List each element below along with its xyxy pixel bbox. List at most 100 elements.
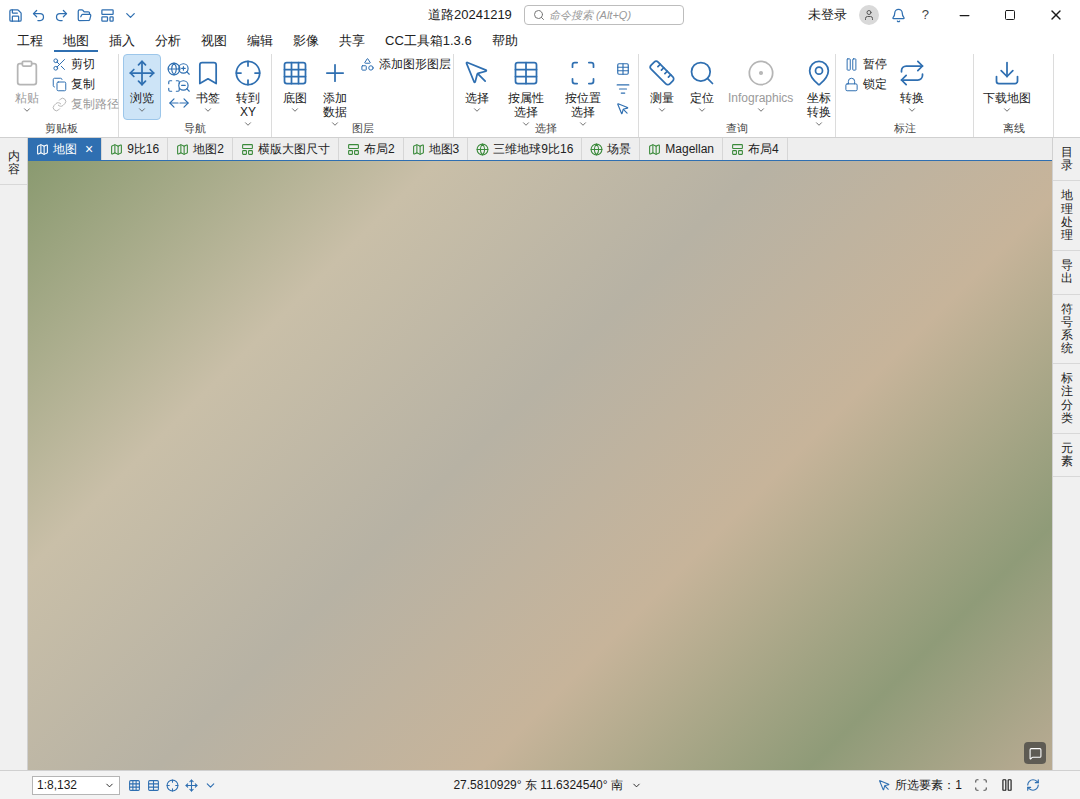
command-search[interactable]: 命令搜索 (Alt+Q) (524, 5, 684, 25)
ribbon-small-tool[interactable]: 复制 (48, 74, 123, 94)
tool-icon (747, 59, 775, 87)
status-tool-icon[interactable] (147, 779, 160, 792)
view-tab-icon (412, 143, 425, 156)
select-tool-icon[interactable] (616, 82, 630, 96)
ribbon-tab[interactable]: 工程 (8, 32, 52, 52)
ribbon-large-tool[interactable]: 转到 XY (229, 54, 267, 134)
status-tool-icon[interactable] (166, 779, 179, 792)
maximize-icon[interactable] (1004, 9, 1016, 21)
map-view[interactable] (28, 161, 1052, 770)
ribbon-large-tool[interactable]: Infographics (723, 54, 798, 120)
view-tab[interactable]: 地图× (28, 138, 102, 160)
ribbon-large-tool[interactable]: 选择 (458, 54, 496, 120)
ribbon-small-tool[interactable]: 添加图形图层 (356, 54, 455, 74)
caret-icon (697, 105, 707, 115)
side-pane-tab[interactable]: 目录 (1053, 138, 1080, 181)
view-tab[interactable]: 三维地球9比16 (468, 138, 582, 160)
ribbon-tab[interactable]: 视图 (192, 32, 236, 52)
view-tab-icon (176, 143, 189, 156)
minimize-icon[interactable] (957, 8, 972, 23)
refresh-icon[interactable] (1026, 778, 1040, 792)
selection-icon (878, 779, 891, 792)
nav-icon[interactable] (177, 62, 191, 76)
side-pane-tab[interactable]: 标注分类 (1053, 364, 1080, 434)
quick-access-icon[interactable] (31, 8, 46, 23)
quick-access-icon[interactable] (123, 8, 138, 23)
ribbon-group-label: 导航 (123, 121, 267, 137)
ribbon-tab[interactable]: 帮助 (483, 32, 527, 52)
ribbon-large-tool[interactable]: 定位 (683, 54, 721, 120)
ribbon-large-tool[interactable]: 浏览 (123, 54, 161, 120)
ribbon-tab[interactable]: 地图 (54, 32, 98, 52)
tool-icon (194, 59, 222, 87)
ribbon-small-tool[interactable]: 剪切 (48, 54, 123, 74)
nav-icon[interactable] (167, 79, 181, 93)
scale-select[interactable]: 1:8,132 (32, 776, 120, 795)
select-tool-icon[interactable] (616, 102, 630, 116)
ribbon-tab[interactable]: 插入 (100, 32, 144, 52)
ribbon-large-tool[interactable]: 添加数据 (316, 54, 354, 134)
help-button[interactable]: ? (918, 5, 933, 25)
bell-icon[interactable] (891, 8, 906, 23)
view-tab[interactable]: 布局2 (339, 138, 404, 160)
ribbon-tab[interactable]: CC工具箱1.3.6 (376, 32, 481, 52)
map-chat-button[interactable] (1024, 742, 1046, 764)
view-tab[interactable]: 场景 (582, 138, 640, 160)
tool-icon (688, 59, 716, 87)
ribbon-large-tool[interactable]: 坐标转换 (800, 54, 838, 134)
tool-icon (321, 59, 349, 87)
ribbon-small-tool[interactable]: 复制路径 (48, 94, 123, 114)
contents-pane-label[interactable]: 内容 (0, 142, 27, 185)
status-tool-icon[interactable] (185, 779, 198, 792)
pause-icon[interactable] (1000, 778, 1014, 792)
ribbon-large-tool[interactable]: 底图 (276, 54, 314, 120)
ribbon-group: 测量定位Infographics坐标转换查询 (639, 54, 836, 137)
side-pane-tab[interactable]: 地理处理 (1053, 181, 1080, 251)
close-tab-button[interactable]: × (85, 142, 93, 156)
view-tab-icon (347, 143, 360, 156)
tool-icon (844, 57, 859, 72)
view-tab[interactable]: 布局4 (723, 138, 788, 160)
ribbon-tab[interactable]: 影像 (284, 32, 328, 52)
ribbon-group: 粘贴剪切复制复制路径剪贴板 (4, 54, 119, 137)
ribbon-large-tool[interactable]: 转换 (893, 54, 931, 120)
view-tabs: 地图×9比16地图2横版大图尺寸布局2地图3三维地球9比16场景Magellan… (28, 138, 1052, 161)
user-status[interactable]: 未登录 (808, 5, 847, 25)
ribbon-tab[interactable]: 共享 (330, 32, 374, 52)
close-icon[interactable] (1048, 7, 1064, 23)
ribbon-large-tool[interactable]: 下载地图 (978, 54, 1036, 120)
nav-icon[interactable] (167, 62, 181, 76)
ribbon-small-tool[interactable]: 暂停 (840, 54, 891, 74)
view-tab[interactable]: Magellan (640, 138, 723, 160)
ribbon-small-tool[interactable]: 锁定 (840, 74, 891, 94)
ribbon-large-tool[interactable]: 按位置选择 (555, 54, 610, 134)
avatar-icon[interactable] (859, 5, 879, 25)
nav-icon[interactable] (177, 79, 191, 93)
side-pane-tab[interactable]: 元素 (1053, 434, 1080, 477)
quick-access-icon[interactable] (77, 8, 92, 23)
view-tab[interactable]: 9比16 (102, 138, 168, 160)
quick-access-icon[interactable] (100, 8, 115, 23)
view-tab[interactable]: 横版大图尺寸 (233, 138, 339, 160)
zoom-selection-icon[interactable] (974, 778, 988, 792)
ribbon-group-label: 选择 (458, 121, 634, 137)
caret-icon (290, 105, 300, 115)
side-pane-tab[interactable]: 符号系统 (1053, 295, 1080, 365)
select-tool-icon[interactable] (616, 62, 630, 76)
ribbon-large-tool[interactable]: 粘贴 (8, 54, 46, 120)
quick-access-icon[interactable] (54, 8, 69, 23)
side-pane-tab[interactable]: 导出 (1053, 251, 1080, 294)
quick-access-icon[interactable] (8, 8, 23, 23)
coordinates-caret-icon[interactable] (631, 780, 642, 791)
status-tool-icon[interactable] (128, 779, 141, 792)
view-tab[interactable]: 地图2 (168, 138, 233, 160)
ribbon-large-tool[interactable]: 测量 (643, 54, 681, 120)
ribbon-large-tool[interactable]: 书签 (189, 54, 227, 120)
nav-icon[interactable] (177, 96, 191, 110)
tool-icon (898, 59, 926, 87)
status-tool-icon[interactable] (204, 779, 217, 792)
view-tab[interactable]: 地图3 (404, 138, 469, 160)
ribbon-tab[interactable]: 分析 (146, 32, 190, 52)
view-tab-icon (590, 143, 603, 156)
ribbon-tab[interactable]: 编辑 (238, 32, 282, 52)
